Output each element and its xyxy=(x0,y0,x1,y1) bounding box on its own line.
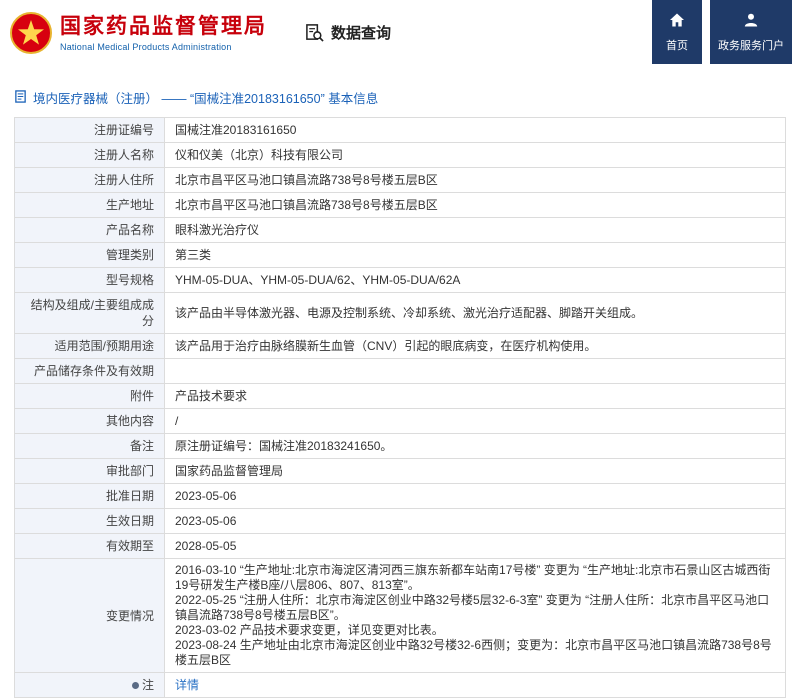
table-row: 适用范围/预期用途该产品用于治疗由脉络膜新生血管（CNV）引起的眼底病变，在医疗… xyxy=(15,334,786,359)
table-row: 附件产品技术要求 xyxy=(15,384,786,409)
table-row: 型号规格YHM-05-DUA、YHM-05-DUA/62、YHM-05-DUA/… xyxy=(15,268,786,293)
detail-link[interactable]: 详情 xyxy=(175,678,199,692)
change-record-line: 2023-03-02 产品技术要求变更，详见变更对比表。 xyxy=(175,623,775,638)
table-row: 注详情 xyxy=(15,673,786,698)
row-value: 国家药品监督管理局 xyxy=(165,459,786,484)
note-bullet-icon xyxy=(132,682,139,689)
row-value: 2016-03-10 “生产地址:北京市海淀区清河西三旗东新都车站南17号楼” … xyxy=(165,559,786,673)
table-row: 备注原注册证编号：国械注准20183241650。 xyxy=(15,434,786,459)
info-table: 注册证编号国械注准20183161650注册人名称仪和仪美（北京）科技有限公司注… xyxy=(14,117,786,698)
nav-home[interactable]: 首页 xyxy=(652,0,702,64)
table-row: 注册人名称仪和仪美（北京）科技有限公司 xyxy=(15,143,786,168)
breadcrumb-text: 境内医疗器械（注册） —— “国械注准20183161650” 基本信息 xyxy=(33,88,378,107)
info-table-body: 注册证编号国械注准20183161650注册人名称仪和仪美（北京）科技有限公司注… xyxy=(15,118,786,698)
row-value: 眼科激光治疗仪 xyxy=(165,218,786,243)
national-emblem-icon xyxy=(10,12,52,54)
row-label: 注 xyxy=(15,673,165,698)
row-label: 有效期至 xyxy=(15,534,165,559)
row-value: 2028-05-05 xyxy=(165,534,786,559)
home-icon xyxy=(669,12,685,31)
row-label: 变更情况 xyxy=(15,559,165,673)
table-row: 变更情况 2016-03-10 “生产地址:北京市海淀区清河西三旗东新都车站南17… xyxy=(15,559,786,673)
page-icon xyxy=(14,90,27,106)
change-record-line: 2022-05-25 “注册人住所：北京市海淀区创业中路32号楼5层32-6-3… xyxy=(175,593,775,623)
row-label: 生产地址 xyxy=(15,193,165,218)
row-value: 产品技术要求 xyxy=(165,384,786,409)
table-row: 注册人住所北京市昌平区马池口镇昌流路738号8号楼五层B区 xyxy=(15,168,786,193)
agency-name-cn: 国家药品监督管理局 xyxy=(60,15,267,39)
brand-text: 国家药品监督管理局 National Medical Products Admi… xyxy=(60,15,267,52)
row-value: 详情 xyxy=(165,673,786,698)
brand: 国家药品监督管理局 National Medical Products Admi… xyxy=(10,12,267,54)
row-label: 附件 xyxy=(15,384,165,409)
row-value: 该产品由半导体激光器、电源及控制系统、冷却系统、激光治疗适配器、脚踏开关组成。 xyxy=(165,293,786,334)
table-row: 其他内容/ xyxy=(15,409,786,434)
header: 国家药品监督管理局 National Medical Products Admi… xyxy=(0,0,800,78)
page: 国家药品监督管理局 National Medical Products Admi… xyxy=(0,0,800,634)
row-value: 2023-05-06 xyxy=(165,509,786,534)
row-label: 注册证编号 xyxy=(15,118,165,143)
change-record-line: 2023-08-24 生产地址由北京市海淀区创业中路32号楼32-6西侧；变更为… xyxy=(175,638,775,668)
row-value xyxy=(165,359,786,384)
nav-gov-portal-label: 政务服务门户 xyxy=(718,37,784,53)
row-label: 注册人住所 xyxy=(15,168,165,193)
row-value: 2023-05-06 xyxy=(165,484,786,509)
nav-gov-portal[interactable]: 政务服务门户 xyxy=(710,0,792,64)
row-label: 生效日期 xyxy=(15,509,165,534)
row-value: YHM-05-DUA、YHM-05-DUA/62、YHM-05-DUA/62A xyxy=(165,268,786,293)
row-label: 产品名称 xyxy=(15,218,165,243)
row-value: 原注册证编号：国械注准20183241650。 xyxy=(165,434,786,459)
row-value: / xyxy=(165,409,786,434)
breadcrumb: 境内医疗器械（注册） —— “国械注准20183161650” 基本信息 xyxy=(0,78,800,115)
user-icon xyxy=(743,12,759,31)
row-value: 仪和仪美（北京）科技有限公司 xyxy=(165,143,786,168)
table-row: 产品名称眼科激光治疗仪 xyxy=(15,218,786,243)
table-row: 产品储存条件及有效期 xyxy=(15,359,786,384)
row-value: 北京市昌平区马池口镇昌流路738号8号楼五层B区 xyxy=(165,168,786,193)
row-label: 备注 xyxy=(15,434,165,459)
section-title: 数据查询 xyxy=(305,22,391,43)
row-label: 管理类别 xyxy=(15,243,165,268)
row-value: 北京市昌平区马池口镇昌流路738号8号楼五层B区 xyxy=(165,193,786,218)
row-label: 注册人名称 xyxy=(15,143,165,168)
row-value: 国械注准20183161650 xyxy=(165,118,786,143)
row-label: 批准日期 xyxy=(15,484,165,509)
row-label: 适用范围/预期用途 xyxy=(15,334,165,359)
table-row: 有效期至2028-05-05 xyxy=(15,534,786,559)
data-query-icon xyxy=(305,23,324,42)
row-label: 审批部门 xyxy=(15,459,165,484)
table-row: 审批部门国家药品监督管理局 xyxy=(15,459,786,484)
section-title-label: 数据查询 xyxy=(331,22,391,43)
change-record-line: 2016-03-10 “生产地址:北京市海淀区清河西三旗东新都车站南17号楼” … xyxy=(175,563,775,593)
row-label: 结构及组成/主要组成成分 xyxy=(15,293,165,334)
row-label: 产品储存条件及有效期 xyxy=(15,359,165,384)
top-nav: 首页 政务服务门户 xyxy=(652,0,792,64)
table-row: 生产地址北京市昌平区马池口镇昌流路738号8号楼五层B区 xyxy=(15,193,786,218)
row-value: 该产品用于治疗由脉络膜新生血管（CNV）引起的眼底病变，在医疗机构使用。 xyxy=(165,334,786,359)
nav-home-label: 首页 xyxy=(666,37,688,53)
row-value: 第三类 xyxy=(165,243,786,268)
table-row: 注册证编号国械注准20183161650 xyxy=(15,118,786,143)
table-row: 结构及组成/主要组成成分该产品由半导体激光器、电源及控制系统、冷却系统、激光治疗… xyxy=(15,293,786,334)
table-row: 生效日期2023-05-06 xyxy=(15,509,786,534)
table-row: 管理类别第三类 xyxy=(15,243,786,268)
info-table-wrap: 注册证编号国械注准20183161650注册人名称仪和仪美（北京）科技有限公司注… xyxy=(0,115,800,698)
row-label: 型号规格 xyxy=(15,268,165,293)
table-row: 批准日期2023-05-06 xyxy=(15,484,786,509)
row-label: 其他内容 xyxy=(15,409,165,434)
agency-name-en: National Medical Products Administration xyxy=(60,42,267,52)
